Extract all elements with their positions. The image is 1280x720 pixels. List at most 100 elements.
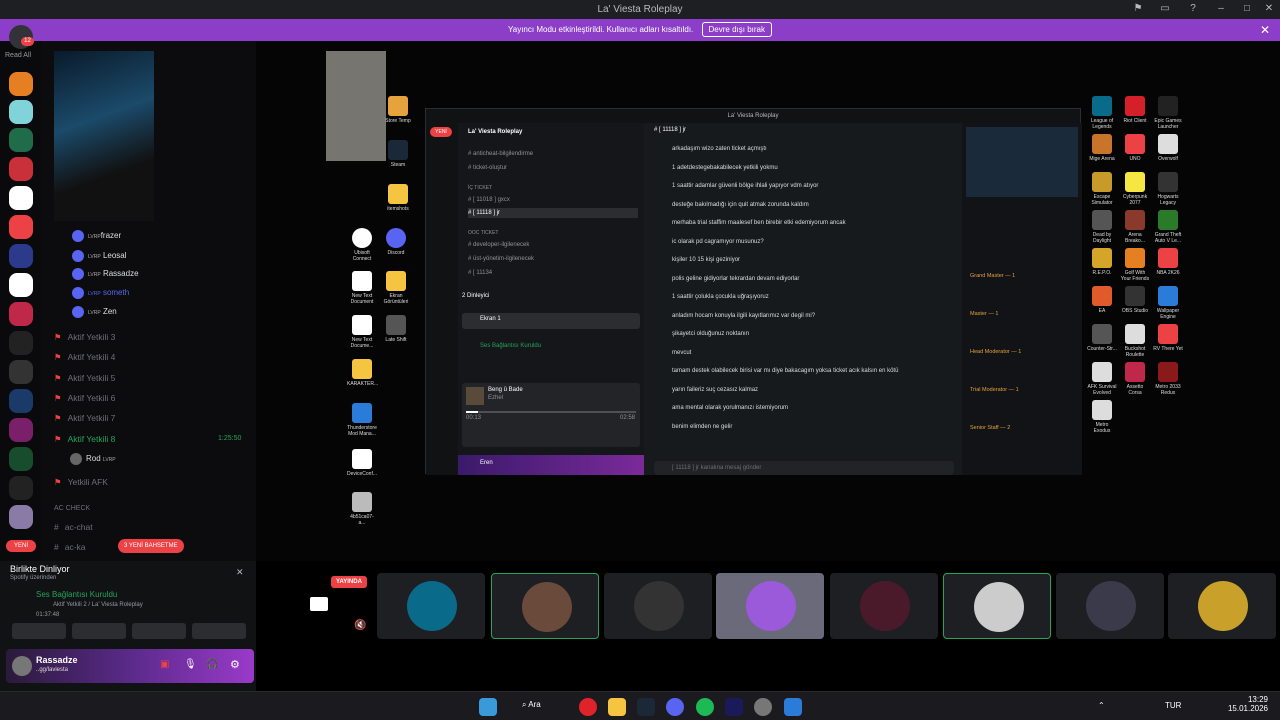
desktop-icon[interactable]: OBS Studio (1120, 286, 1150, 314)
read-all-button[interactable]: Read All (5, 52, 31, 59)
voice-user[interactable]: LVRP Rassadze (72, 266, 139, 282)
guild-icon[interactable] (9, 157, 33, 181)
app-icon[interactable] (784, 698, 802, 716)
video-tile[interactable] (716, 573, 824, 639)
guild-icon[interactable] (9, 186, 33, 210)
desktop-icon[interactable]: Thunderstore Mod Mana... (347, 403, 377, 437)
steam-icon[interactable] (637, 698, 655, 716)
tray-chevron-icon[interactable]: ⌃ (1098, 701, 1105, 710)
desktop-icon[interactable]: R.E.P.O. (1087, 248, 1117, 276)
discord-icon[interactable] (666, 698, 684, 716)
message-input[interactable]: [ 11118 ] jr kanalına mesaj gönder (654, 461, 954, 475)
voice-channel[interactable]: ⚑ Aktif Yetkili 4 (54, 348, 115, 366)
channel-item-selected[interactable]: # [ 11118 ] jr (468, 208, 638, 218)
desktop-icon[interactable]: 4b51ca07-a... (347, 492, 377, 526)
microphone-icon[interactable]: 🎙 (184, 659, 197, 670)
inbox-icon[interactable]: ⚑ (1131, 3, 1145, 16)
voice-user[interactable]: LVRPfrazer (72, 228, 121, 244)
camera-button[interactable] (12, 623, 66, 639)
screen-share-item[interactable]: Ekran 1 (462, 313, 640, 329)
stream-preview[interactable] (54, 51, 154, 221)
minimize-icon[interactable]: – (1214, 3, 1228, 16)
help-icon[interactable]: ? (1186, 3, 1200, 16)
desktop-icon[interactable]: Metro Exodus (1087, 400, 1117, 434)
activities-button[interactable] (132, 623, 186, 639)
disable-streamer-mode-button[interactable]: Devre dışı bırak (701, 22, 772, 37)
share-screen-button[interactable] (72, 623, 126, 639)
voice-channel[interactable]: ⚑ Aktif Yetkili 7 (54, 409, 115, 427)
spotify-icon[interactable] (696, 698, 714, 716)
guild-icon[interactable] (9, 331, 33, 355)
desktop-icon[interactable]: Ekran Görüntüleri (381, 271, 411, 305)
desktop-icon[interactable]: itemshots (383, 184, 413, 212)
desktop-icon[interactable]: Escape Simulator (1087, 172, 1117, 206)
voice-user[interactable]: Rod LVRP (70, 451, 116, 467)
inner-discord-window[interactable]: La' Viesta Roleplay YENİ La' Viesta Role… (425, 108, 1082, 475)
guild-icon[interactable] (9, 72, 33, 96)
video-tile[interactable] (604, 573, 712, 639)
search-button[interactable]: ⌕ Ara (522, 700, 541, 710)
voice-channel[interactable]: ⚑ Yetkili AFK (54, 473, 108, 491)
desktop-icon[interactable]: Overwolf (1153, 134, 1183, 162)
video-tile[interactable] (830, 573, 938, 639)
close-banner-icon[interactable]: ✕ (1260, 19, 1270, 41)
desktop-icon[interactable]: Buckshot Roulette (1120, 324, 1150, 358)
desktop-icon[interactable]: Wallpaper Engine (1153, 286, 1183, 320)
screen-icon[interactable]: ▭ (1158, 3, 1172, 16)
guild-icon[interactable] (9, 505, 33, 529)
desktop-icon[interactable]: Discord (381, 228, 411, 256)
channel-item[interactable]: # anticheat-bilgilendirme (468, 149, 533, 159)
desktop-icon[interactable]: AFK Survival Evolved (1087, 362, 1117, 396)
video-tile[interactable] (943, 573, 1051, 639)
channel-item[interactable]: # [ 11134 (468, 268, 492, 278)
new-badge[interactable]: YENİ (6, 540, 36, 552)
desktop-icon[interactable]: Metro 2033 Redux (1153, 362, 1183, 396)
opera-icon[interactable] (579, 698, 597, 716)
connection-channel[interactable]: Aktif Yetkili 2 / La' Viesta Roleplay (53, 602, 143, 608)
desktop-icon[interactable]: Late Shift (381, 315, 411, 343)
desktop-icon[interactable]: League of Legends (1087, 96, 1117, 130)
language-indicator[interactable]: TUR (1165, 701, 1181, 710)
desktop-icon[interactable]: RV There Yet (1153, 324, 1183, 352)
guild-icon[interactable] (9, 418, 33, 442)
stream-thumbnail[interactable] (966, 127, 1078, 197)
desktop-icon[interactable]: New Text Document (347, 271, 377, 305)
spotify-player[interactable]: Beng û Bade Ezhel 00:13 02:58 (462, 383, 640, 447)
desktop-icon[interactable]: UNO (1120, 134, 1150, 162)
video-tile[interactable] (1168, 573, 1276, 639)
video-tile[interactable] (1056, 573, 1164, 639)
clock[interactable]: 13:29 15.01.2026 (1218, 695, 1268, 713)
song-progress[interactable] (466, 411, 636, 413)
voice-user[interactable]: LVRP Zen (72, 304, 117, 320)
desktop-icon[interactable]: NBA 2K26 (1153, 248, 1183, 276)
desktop-icon[interactable]: Mige Arena (1087, 134, 1117, 162)
desktop-icon[interactable]: Arena Breako... (1120, 210, 1150, 244)
new-mentions-badge[interactable]: 3 YENİ BAHSETME (118, 539, 184, 553)
desktop-icon[interactable]: Golf With Your Friends (1120, 248, 1150, 282)
desktop-icon[interactable]: Riot Client (1120, 96, 1150, 124)
obs-icon[interactable] (754, 698, 772, 716)
desktop-icon[interactable]: Steam (383, 140, 413, 168)
voice-channel[interactable]: ⚑ Aktif Yetkili 5 (54, 369, 115, 387)
desktop-icon[interactable]: Counter-Str... (1087, 324, 1117, 352)
desktop-icon[interactable]: Grand Theft Auto V Le... (1153, 210, 1183, 244)
desktop-icon[interactable]: Ubisoft Connect (347, 228, 377, 262)
voice-channel[interactable]: ⚑ Aktif Yetkili 3 (54, 328, 115, 346)
channel-item[interactable]: # developer-ilgilenecek (468, 240, 529, 250)
screen-share-icon[interactable] (310, 597, 328, 611)
settings-gear-icon[interactable]: ⚙ (230, 658, 240, 671)
soundboard-button[interactable] (192, 623, 246, 639)
category-header[interactable]: OOC TICKET (468, 228, 498, 238)
video-tile[interactable] (491, 573, 599, 639)
voice-user[interactable]: LVRP Leosal (72, 248, 127, 264)
desktop-icon[interactable]: Dead by Daylight (1087, 210, 1117, 244)
category-header[interactable]: İÇ TICKET (468, 183, 492, 193)
desktop-icon[interactable]: DeviceConf... (347, 449, 377, 477)
text-channel[interactable]: # ac-chat (54, 518, 93, 536)
guild-icon[interactable] (9, 100, 33, 124)
close-icon[interactable]: ✕ (236, 567, 244, 578)
desktop-icon[interactable]: Cyberpunk 2077 (1120, 172, 1150, 206)
video-tile[interactable] (377, 573, 485, 639)
text-channel[interactable]: # ac-ka (54, 538, 86, 556)
desktop-icon[interactable]: Hogwarts Legacy (1153, 172, 1183, 206)
